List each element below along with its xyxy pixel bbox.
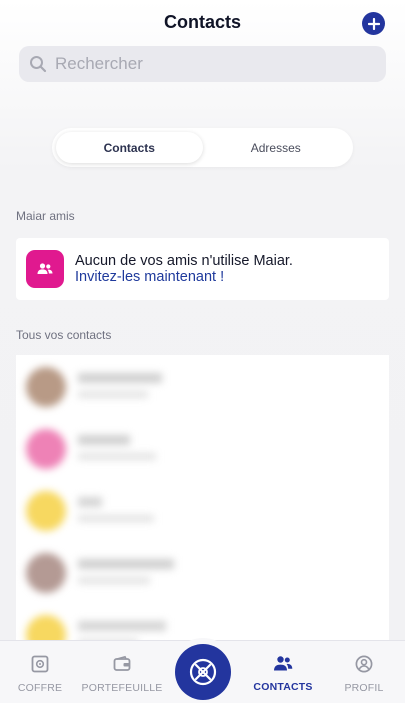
tab-label: COFFRE	[17, 682, 63, 694]
wallet-icon	[113, 655, 131, 671]
invite-link[interactable]: Invitez-les maintenant !	[75, 269, 293, 285]
header: Contacts	[0, 0, 405, 46]
contact-detail	[78, 453, 156, 460]
contacts-icon	[274, 656, 293, 671]
tab-portefeuille[interactable]: PORTEFEUILLE	[82, 641, 162, 703]
add-contact-button[interactable]	[362, 12, 385, 35]
section-label-all-contacts: Tous vos contacts	[16, 328, 112, 342]
contact-name	[78, 621, 166, 631]
tab-contacts-nav[interactable]: CONTACTS	[243, 641, 323, 703]
maiar-logo-icon	[189, 658, 217, 686]
avatar	[26, 491, 66, 531]
invite-card[interactable]: Aucun de vos amis n'utilise Maiar. Invit…	[16, 238, 389, 300]
search-input[interactable]: Rechercher	[19, 46, 386, 82]
contact-name	[78, 559, 174, 569]
segmented-control: Contacts Adresses	[52, 128, 353, 167]
avatar	[26, 429, 66, 469]
avatar	[26, 367, 66, 407]
search-icon	[30, 56, 47, 73]
tab-label: PORTEFEUILLE	[81, 682, 163, 694]
contact-detail	[78, 391, 148, 398]
invite-text: Aucun de vos amis n'utilise Maiar. Invit…	[75, 253, 293, 285]
search-placeholder: Rechercher	[55, 54, 143, 73]
avatar	[26, 553, 66, 593]
maiar-center-button[interactable]	[175, 644, 231, 700]
tab-label: CONTACTS	[253, 681, 313, 693]
list-item[interactable]	[16, 541, 389, 603]
tab-coffre[interactable]: COFFRE	[0, 641, 80, 703]
tab-contacts[interactable]: Contacts	[56, 132, 203, 163]
tab-profil[interactable]: PROFIL	[324, 641, 404, 703]
list-item[interactable]	[16, 417, 389, 479]
profile-icon	[355, 655, 373, 673]
tab-label: PROFIL	[344, 682, 384, 694]
contact-detail	[78, 515, 154, 522]
page-title: Contacts	[163, 12, 241, 32]
invite-message: Aucun de vos amis n'utilise Maiar.	[75, 253, 293, 269]
contact-name	[78, 435, 130, 445]
tab-adresses[interactable]: Adresses	[203, 132, 350, 163]
list-item[interactable]	[16, 479, 389, 541]
contact-name	[78, 373, 162, 383]
plus-icon	[367, 17, 380, 30]
contact-detail	[78, 577, 150, 584]
safe-icon	[31, 655, 49, 673]
contact-name	[78, 497, 102, 507]
contacts-list	[16, 355, 389, 655]
list-item[interactable]	[16, 355, 389, 417]
people-icon	[26, 250, 64, 288]
section-label-friends: Maiar amis	[16, 209, 75, 223]
